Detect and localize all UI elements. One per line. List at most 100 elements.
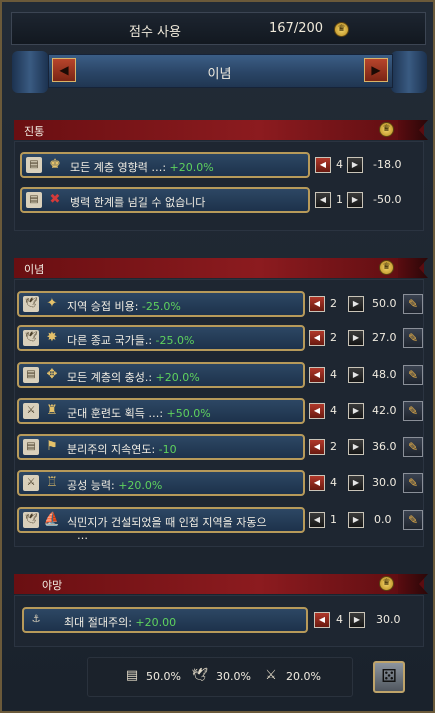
level-value: 2	[330, 297, 337, 310]
army-drill-icon: ♜	[46, 403, 58, 418]
increase-button[interactable]: ▶	[348, 330, 364, 346]
category-split: ▤ 50.0% 🕊 30.0% ⚔ 20.0%	[87, 657, 353, 697]
dice-icon[interactable]: ⚄	[373, 661, 405, 693]
decrease-button[interactable]: ◀	[309, 512, 325, 528]
modifier-text: 군대 훈련도 획득 …: +50.0%	[67, 407, 211, 420]
level-value: 4	[336, 613, 343, 626]
scroll-icon: ▤	[23, 367, 39, 383]
modifier-box[interactable]: ▤ ✥ 모든 계층의 충성.: +20.0%	[17, 362, 305, 388]
decrease-button[interactable]: ◀	[309, 296, 325, 312]
diplo-percent: 30.0%	[216, 670, 251, 683]
level-value: 2	[330, 331, 337, 344]
pencil-icon[interactable]: ✎	[403, 401, 423, 421]
modifier-box[interactable]: 🕊 ✸ 다른 종교 국가들.: -25.0%	[17, 325, 305, 351]
increase-button[interactable]: ▶	[347, 157, 363, 173]
cost-value: 48.0	[372, 368, 397, 381]
pencil-icon[interactable]: ✎	[403, 365, 423, 385]
increase-button[interactable]: ▶	[348, 296, 364, 312]
crown-icon: ♛	[379, 260, 394, 275]
increase-button[interactable]: ▶	[348, 439, 364, 455]
decrease-button[interactable]: ◀	[315, 157, 331, 173]
cost-value: 30.0	[372, 476, 397, 489]
decrease-button[interactable]: ◀	[309, 330, 325, 346]
increase-button[interactable]: ▶	[347, 192, 363, 208]
decrease-button[interactable]: ◀	[314, 612, 330, 628]
tradition-row: ▤ ♚ 모든 계층 영향력 …: +20.0% ◀ 4 ▶ -18.0	[20, 152, 420, 178]
idea-row: 🕊 ✦ 지역 승접 비용: -25.0% ◀ 2 ▶ 50.0 ✎	[17, 291, 427, 317]
points-bar: 점수 사용 167/200 ♛	[11, 12, 426, 45]
decrease-button[interactable]: ◀	[309, 403, 325, 419]
tradition-header: 진통 ♛	[14, 120, 428, 140]
tradition-row: ▤ ✖ 병력 한계를 넘길 수 없습니다 ◀ 1 ▶ -50.0	[20, 187, 420, 213]
modifier-box[interactable]: 🕊 ✦ 지역 승접 비용: -25.0%	[17, 291, 305, 317]
idea-row: ⚔ ♜ 군대 훈련도 획득 …: +50.0% ◀ 4 ▶ 42.0 ✎	[17, 398, 427, 424]
crown-icon: ♛	[334, 22, 349, 37]
banner-tail	[398, 574, 428, 594]
modifier-box[interactable]: ⚓ 최대 절대주의: +20.00	[22, 607, 308, 633]
modifier-text-overflow: …	[77, 529, 88, 542]
level-value: 4	[330, 404, 337, 417]
level-value: 4	[336, 158, 343, 171]
points-value: 167/200	[269, 21, 324, 36]
scroll-icon: ▤	[26, 192, 42, 208]
cost-value: 42.0	[372, 404, 397, 417]
modifier-box[interactable]: ▤ ✖ 병력 한계를 넘길 수 없습니다	[20, 187, 310, 213]
pencil-icon[interactable]: ✎	[403, 473, 423, 493]
modifier-text: 공성 능력: +20.0%	[67, 479, 163, 492]
crown-icon: ♛	[379, 122, 394, 137]
modifier-box[interactable]: ▤ ⚑ 분리주의 지속연도: -10	[17, 434, 305, 460]
decrease-button[interactable]: ◀	[309, 367, 325, 383]
estate-influence-icon: ♚	[49, 157, 61, 172]
level-value: 4	[330, 368, 337, 381]
scroll-icon: ▤	[23, 439, 39, 455]
colonist-icon: ⛵	[43, 512, 61, 527]
dove-icon: 🕊	[23, 296, 39, 312]
ideas-header: 이념 ♛	[14, 258, 428, 278]
modifier-box[interactable]: 🕊 ⛵ 식민지가 건설되었을 때 인접 지역을 자동으	[17, 507, 305, 533]
modifier-text: 병력 한계를 넘길 수 없습니다	[70, 196, 206, 209]
increase-button[interactable]: ▶	[348, 475, 364, 491]
modifier-text: 다른 종교 국가들.: -25.0%	[67, 334, 195, 347]
dove-icon: 🕊	[23, 330, 39, 346]
level-value: 4	[330, 476, 337, 489]
ambition-row: ⚓ 최대 절대주의: +20.00 ◀ 4 ▶ 30.0	[22, 607, 422, 633]
decrease-button[interactable]: ◀	[309, 439, 325, 455]
idea-row: ▤ ⚑ 분리주의 지속연도: -10 ◀ 2 ▶ 36.0 ✎	[17, 434, 427, 460]
modifier-box[interactable]: ▤ ♚ 모든 계층 영향력 …: +20.0%	[20, 152, 310, 178]
no-force-limit-icon: ✖	[49, 192, 61, 207]
religion-icon: ✸	[46, 330, 58, 345]
increase-button[interactable]: ▶	[349, 612, 365, 628]
state-cost-icon: ✦	[46, 296, 58, 311]
crossed-swords-icon: ⚔	[23, 403, 39, 419]
siege-icon: ♖	[46, 475, 58, 490]
modifier-text: 모든 계층 영향력 …: +20.0%	[70, 161, 214, 174]
decrease-button[interactable]: ◀	[315, 192, 331, 208]
ideas-banner: ◀ 이념 ▶	[12, 49, 427, 97]
idea-row: 🕊 ✸ 다른 종교 국가들.: -25.0% ◀ 2 ▶ 27.0 ✎	[17, 325, 427, 351]
idea-row: 🕊 ⛵ 식민지가 건설되었을 때 인접 지역을 자동으 … ◀ 1 ▶ 0.0 …	[17, 507, 427, 543]
pencil-icon[interactable]: ✎	[403, 437, 423, 457]
modifier-box[interactable]: ⚔ ♖ 공성 능력: +20.0%	[17, 470, 305, 496]
points-title: 점수 사용	[129, 25, 181, 40]
pencil-icon[interactable]: ✎	[403, 294, 423, 314]
scroll-icon: ▤	[125, 668, 139, 683]
crown-icon: ♛	[379, 576, 394, 591]
military-percent: 20.0%	[286, 670, 321, 683]
ideas-panel: 점수 사용 167/200 ♛ ◀ 이념 ▶ 진통 ♛ ▤ ♚ 모든 계층 영향…	[0, 0, 435, 713]
tradition-label: 진통	[24, 125, 45, 138]
modifier-box[interactable]: ⚔ ♜ 군대 훈련도 획득 …: +50.0%	[17, 398, 305, 424]
increase-button[interactable]: ▶	[348, 403, 364, 419]
increase-button[interactable]: ▶	[348, 367, 364, 383]
pencil-icon[interactable]: ✎	[403, 510, 423, 530]
absolutism-icon: ⚓	[31, 614, 41, 625]
increase-button[interactable]: ▶	[348, 512, 364, 528]
cost-value: 30.0	[376, 613, 401, 626]
modifier-text: 식민지가 건설되었을 때 인접 지역을 자동으	[67, 516, 267, 529]
modifier-text: 최대 절대주의: +20.00	[64, 616, 177, 629]
decrease-button[interactable]: ◀	[309, 475, 325, 491]
modifier-text: 모든 계층의 충성.: +20.0%	[67, 371, 200, 384]
cost-value: 27.0	[372, 331, 397, 344]
pencil-icon[interactable]: ✎	[403, 328, 423, 348]
next-button[interactable]: ▶	[364, 58, 388, 82]
admin-percent: 50.0%	[146, 670, 181, 683]
